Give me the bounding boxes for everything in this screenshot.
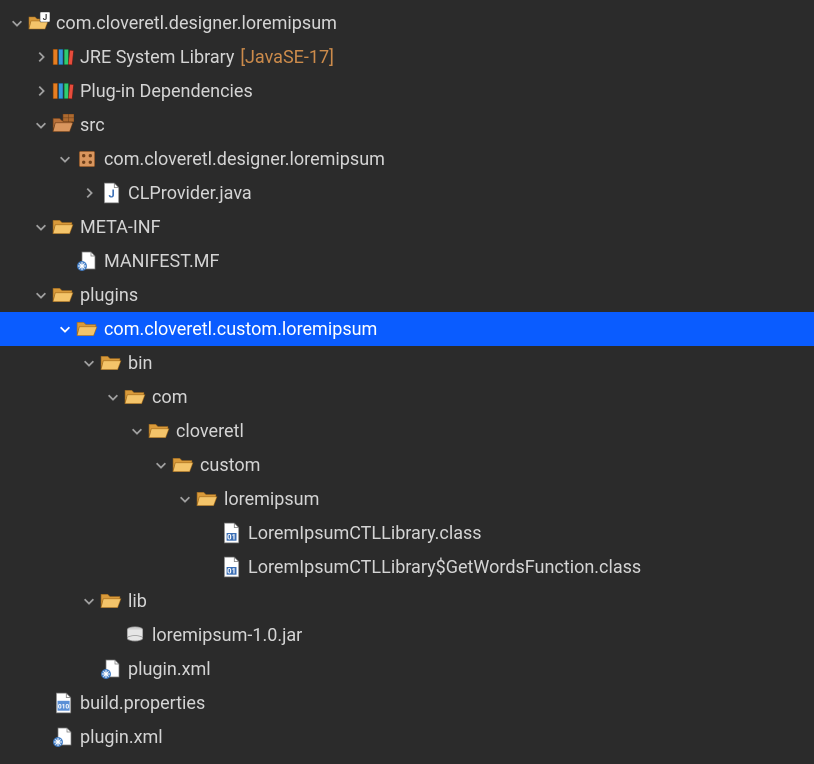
source-folder-icon — [52, 114, 74, 136]
tree-item-label: LoremIpsumCTLLibrary.class — [248, 523, 482, 544]
tree-item-loremipsum[interactable]: loremipsum — [0, 482, 814, 516]
xml-file-icon — [52, 726, 74, 748]
library-icon — [52, 80, 74, 102]
tree-item-jre[interactable]: JRE System Library [JavaSE-17] — [0, 40, 814, 74]
folder-icon — [100, 352, 122, 374]
tree-item-label: LoremIpsumCTLLibrary$GetWordsFunction.cl… — [248, 557, 641, 578]
folder-icon — [172, 454, 194, 476]
folder-icon — [76, 318, 98, 340]
chevron-down-icon[interactable] — [32, 116, 50, 134]
tree-item-custom[interactable]: custom — [0, 448, 814, 482]
tree-item-class-file[interactable]: LoremIpsumCTLLibrary$GetWordsFunction.cl… — [0, 550, 814, 584]
chevron-right-icon[interactable] — [80, 184, 98, 202]
tree-item-plugin-xml[interactable]: plugin.xml — [0, 720, 814, 754]
tree-item-label: com.cloveretl.custom.loremipsum — [104, 319, 377, 340]
library-icon — [52, 46, 74, 68]
chevron-down-icon[interactable] — [80, 354, 98, 372]
tree-item-src-package[interactable]: com.cloveretl.designer.loremipsum — [0, 142, 814, 176]
tree-item-label: plugin.xml — [80, 727, 163, 748]
tree-item-annotation: [JavaSE-17] — [240, 47, 333, 68]
folder-icon — [148, 420, 170, 442]
project-tree[interactable]: com.cloveretl.designer.loremipsum JRE Sy… — [0, 0, 814, 754]
tree-item-label: src — [80, 115, 105, 136]
tree-item-label: com.cloveretl.designer.loremipsum — [56, 13, 337, 34]
xml-file-icon — [100, 658, 122, 680]
tree-item-label: META-INF — [80, 217, 161, 238]
folder-icon — [52, 284, 74, 306]
properties-file-icon — [52, 692, 74, 714]
tree-item-label: cloveretl — [176, 421, 244, 442]
folder-icon — [196, 488, 218, 510]
chevron-down-icon[interactable] — [32, 218, 50, 236]
tree-item-label: JRE System Library — [80, 47, 234, 68]
tree-item-metainf[interactable]: META-INF — [0, 210, 814, 244]
chevron-down-icon[interactable] — [80, 592, 98, 610]
tree-item-jar[interactable]: loremipsum-1.0.jar — [0, 618, 814, 652]
tree-item-label: custom — [200, 455, 260, 476]
chevron-right-icon[interactable] — [32, 82, 50, 100]
tree-item-label: lib — [128, 591, 147, 612]
folder-icon — [124, 386, 146, 408]
chevron-down-icon[interactable] — [176, 490, 194, 508]
chevron-down-icon[interactable] — [32, 286, 50, 304]
tree-item-label: Plug-in Dependencies — [80, 81, 253, 102]
tree-item-label: CLProvider.java — [128, 183, 252, 204]
tree-item-custom-plugin[interactable]: com.cloveretl.custom.loremipsum — [0, 312, 814, 346]
tree-item-build-properties[interactable]: build.properties — [0, 686, 814, 720]
chevron-down-icon[interactable] — [104, 388, 122, 406]
tree-item-plugins[interactable]: plugins — [0, 278, 814, 312]
tree-item-project[interactable]: com.cloveretl.designer.loremipsum — [0, 6, 814, 40]
chevron-down-icon[interactable] — [8, 14, 26, 32]
tree-item-plugin-deps[interactable]: Plug-in Dependencies — [0, 74, 814, 108]
tree-item-label: bin — [128, 353, 152, 374]
class-file-icon — [220, 556, 242, 578]
tree-item-plugin-xml[interactable]: plugin.xml — [0, 652, 814, 686]
tree-item-label: loremipsum-1.0.jar — [152, 625, 302, 646]
tree-item-clprovider[interactable]: CLProvider.java — [0, 176, 814, 210]
chevron-right-icon[interactable] — [32, 48, 50, 66]
chevron-down-icon[interactable] — [128, 422, 146, 440]
chevron-down-icon[interactable] — [56, 150, 74, 168]
tree-item-bin[interactable]: bin — [0, 346, 814, 380]
tree-item-label: plugins — [80, 285, 138, 306]
tree-item-label: loremipsum — [224, 489, 319, 510]
tree-item-label: com.cloveretl.designer.loremipsum — [104, 149, 385, 170]
tree-item-class-file[interactable]: LoremIpsumCTLLibrary.class — [0, 516, 814, 550]
chevron-down-icon[interactable] — [56, 320, 74, 338]
folder-icon — [100, 590, 122, 612]
tree-item-manifest[interactable]: MANIFEST.MF — [0, 244, 814, 278]
tree-item-label: build.properties — [80, 693, 205, 714]
jar-icon — [124, 624, 146, 646]
tree-item-cloveretl[interactable]: cloveretl — [0, 414, 814, 448]
tree-item-lib[interactable]: lib — [0, 584, 814, 618]
tree-item-com[interactable]: com — [0, 380, 814, 414]
tree-item-label: com — [152, 387, 187, 408]
tree-item-label: MANIFEST.MF — [104, 251, 219, 272]
tree-item-src[interactable]: src — [0, 108, 814, 142]
class-file-icon — [220, 522, 242, 544]
folder-icon — [52, 216, 74, 238]
chevron-down-icon[interactable] — [152, 456, 170, 474]
tree-item-label: plugin.xml — [128, 659, 211, 680]
package-icon — [76, 148, 98, 170]
project-icon — [28, 12, 50, 34]
xml-file-icon — [76, 250, 98, 272]
java-file-icon — [100, 182, 122, 204]
